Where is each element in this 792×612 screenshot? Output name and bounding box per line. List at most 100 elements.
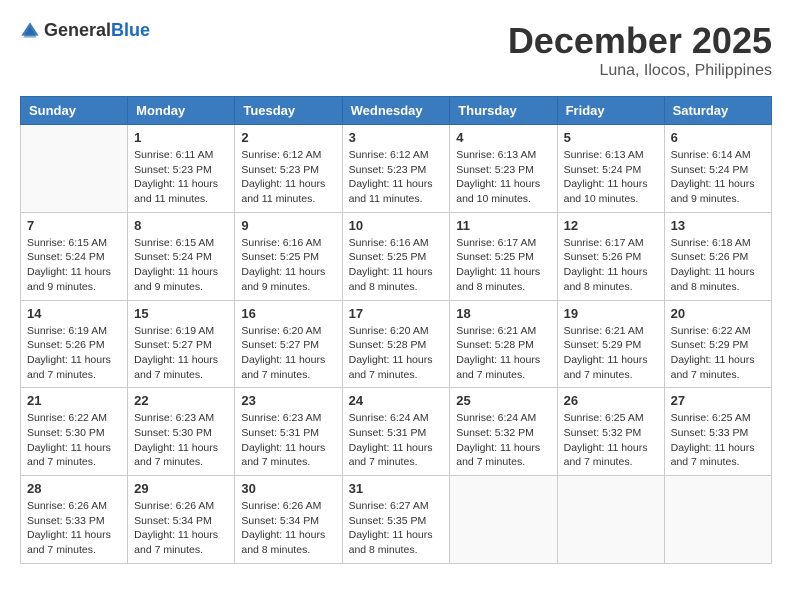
day-number: 2: [241, 130, 335, 145]
table-row: 1 Sunrise: 6:11 AM Sunset: 5:23 PM Daylight…: [128, 125, 235, 213]
day-number: 26: [564, 393, 658, 408]
table-row: 24Sunrise: 6:24 AMSunset: 5:31 PMDayligh…: [342, 388, 450, 476]
cell-content: Sunrise: 6:26 AMSunset: 5:34 PMDaylight:…: [134, 499, 228, 558]
cell-content: Sunrise: 6:24 AMSunset: 5:31 PMDaylight:…: [349, 411, 444, 470]
col-wednesday: Wednesday: [342, 97, 450, 125]
day-number: 12: [564, 218, 658, 233]
sunrise-label: Sunrise: 6:17 AM: [456, 237, 536, 249]
logo-text: GeneralBlue: [44, 20, 150, 41]
logo-icon: [20, 21, 40, 41]
cell-content: Sunrise: 6:19 AMSunset: 5:27 PMDaylight:…: [134, 324, 228, 383]
sunset-label: Sunset: 5:31 PM: [241, 427, 319, 439]
daylight-label: Daylight: 11 hours and 11 minutes.: [241, 178, 325, 205]
cell-content: Sunrise: 6:20 AMSunset: 5:27 PMDaylight:…: [241, 324, 335, 383]
table-row: [664, 476, 771, 564]
sunset-label: Sunset: 5:35 PM: [349, 515, 427, 527]
day-number: 4: [456, 130, 550, 145]
table-row: 26Sunrise: 6:25 AMSunset: 5:32 PMDayligh…: [557, 388, 664, 476]
cell-content: Sunrise: 6:25 AMSunset: 5:33 PMDaylight:…: [671, 411, 765, 470]
table-row: 8Sunrise: 6:15 AMSunset: 5:24 PMDaylight…: [128, 212, 235, 300]
calendar-table: Sunday Monday Tuesday Wednesday Thursday…: [20, 96, 772, 564]
sunset-label: Sunset: 5:25 PM: [456, 251, 534, 263]
sunset-label: Sunset: 5:23 PM: [456, 164, 534, 176]
daylight-label: Daylight: 11 hours and 7 minutes.: [27, 529, 111, 556]
table-row: 14Sunrise: 6:19 AMSunset: 5:26 PMDayligh…: [21, 300, 128, 388]
daylight-label: Daylight: 11 hours and 8 minutes.: [241, 529, 325, 556]
table-row: 10Sunrise: 6:16 AMSunset: 5:25 PMDayligh…: [342, 212, 450, 300]
daylight-label: Daylight: 11 hours and 7 minutes.: [349, 442, 433, 469]
sunrise-label: Sunrise: 6:13 AM: [564, 149, 644, 161]
cell-content: Sunrise: 6:13 AMSunset: 5:24 PMDaylight:…: [564, 148, 658, 207]
sunrise-label: Sunrise: 6:21 AM: [456, 325, 536, 337]
daylight-label: Daylight: 11 hours and 10 minutes.: [456, 178, 540, 205]
table-row: 9Sunrise: 6:16 AMSunset: 5:25 PMDaylight…: [235, 212, 342, 300]
cell-content: Sunrise: 6:12 AMSunset: 5:23 PMDaylight:…: [349, 148, 444, 207]
cell-content: Sunrise: 6:19 AMSunset: 5:26 PMDaylight:…: [27, 324, 121, 383]
sunrise-label: Sunrise: 6:12 AM: [349, 149, 429, 161]
col-friday: Friday: [557, 97, 664, 125]
sunset-label: Sunset: 5:33 PM: [27, 515, 105, 527]
cell-content: Sunrise: 6:23 AM Sunset: 5:30 PM Daylight:…: [134, 411, 228, 470]
sunrise-label: Sunrise: 6:19 AM: [27, 325, 107, 337]
cell-content: Sunrise: 6:15 AMSunset: 5:24 PMDaylight:…: [27, 236, 121, 295]
day-number: 27: [671, 393, 765, 408]
table-row: 15 Sunrise: 6:19 AMSunset: 5:27 PMDayligh…: [128, 300, 235, 388]
sunset-label: Sunset: 5:32 PM: [564, 427, 642, 439]
table-row: 31Sunrise: 6:27 AMSunset: 5:35 PMDayligh…: [342, 476, 450, 564]
sunset-label: Sunset: 5:31 PM: [349, 427, 427, 439]
day-number: 7: [27, 218, 121, 233]
sunset-label: Sunset: 5:26 PM: [671, 251, 749, 263]
calendar-week-row: 21Sunrise: 6:22 AMSunset: 5:30 PMDayligh…: [21, 388, 772, 476]
cell-content: Sunrise: 6:22 AMSunset: 5:30 PMDaylight:…: [27, 411, 121, 470]
sunset-label: Sunset: 5:30 PM: [134, 427, 212, 439]
sunset-label: Sunset: 5:24 PM: [671, 164, 749, 176]
sunrise-label: Sunrise: 6:25 AM: [564, 412, 644, 424]
table-row: 4Sunrise: 6:13 AMSunset: 5:23 PMDaylight…: [450, 125, 557, 213]
daylight-label: Daylight: 11 hours and 7 minutes.: [241, 354, 325, 381]
day-number: 6: [671, 130, 765, 145]
daylight-label: Daylight: 11 hours and 8 minutes.: [671, 266, 755, 293]
day-number: 1: [134, 130, 228, 145]
logo-general: General: [44, 20, 111, 40]
sunrise-label: Sunrise: 6:22 AM: [27, 412, 107, 424]
sunrise-label: Sunrise: 6:26 AM: [27, 500, 107, 512]
daylight-label: Daylight: 11 hours and 7 minutes.: [456, 442, 540, 469]
daylight-label: Daylight: 11 hours and 9 minutes.: [241, 266, 325, 293]
table-row: 25Sunrise: 6:24 AMSunset: 5:32 PMDayligh…: [450, 388, 557, 476]
sunset-label: Sunset: 5:27 PM: [134, 339, 212, 351]
table-row: 28Sunrise: 6:26 AMSunset: 5:33 PMDayligh…: [21, 476, 128, 564]
sunrise-label: Sunrise: 6:17 AM: [564, 237, 644, 249]
day-number: 16: [241, 306, 335, 321]
table-row: 12Sunrise: 6:17 AMSunset: 5:26 PMDayligh…: [557, 212, 664, 300]
daylight-label: Daylight: 11 hours and 9 minutes.: [671, 178, 755, 205]
daylight-label: Daylight: 11 hours and 11 minutes.: [349, 178, 433, 205]
daylight-label: Daylight: 11 hours and 7 minutes.: [134, 354, 218, 381]
sunset-label: Sunset: 5:23 PM: [134, 164, 212, 176]
table-row: 29Sunrise: 6:26 AMSunset: 5:34 PMDayligh…: [128, 476, 235, 564]
sunset-label: Sunset: 5:25 PM: [349, 251, 427, 263]
daylight-label: Daylight: 11 hours and 9 minutes.: [134, 266, 218, 293]
sunrise-label: Sunrise: 6:23 AM: [241, 412, 321, 424]
table-row: 21Sunrise: 6:22 AMSunset: 5:30 PMDayligh…: [21, 388, 128, 476]
daylight-label: Daylight: 11 hours and 7 minutes.: [134, 442, 218, 469]
table-row: 27 Sunrise: 6:25 AMSunset: 5:33 PMDayligh…: [664, 388, 771, 476]
sunrise-label: Sunrise: 6:11 AM: [134, 149, 213, 161]
sunset-label: Sunset: 5:34 PM: [134, 515, 212, 527]
table-row: 11Sunrise: 6:17 AMSunset: 5:25 PMDayligh…: [450, 212, 557, 300]
cell-content: Sunrise: 6:16 AMSunset: 5:25 PMDaylight:…: [349, 236, 444, 295]
sunset-label: Sunset: 5:26 PM: [27, 339, 105, 351]
sunrise-label: Sunrise: 6:23 AM: [134, 412, 214, 424]
daylight-label: Daylight: 11 hours and 7 minutes.: [27, 442, 111, 469]
cell-content: Sunrise: 6:22 AMSunset: 5:29 PMDaylight:…: [671, 324, 765, 383]
sunrise-label: Sunrise: 6:18 AM: [671, 237, 751, 249]
cell-content: Sunrise: 6:12 AMSunset: 5:23 PMDaylight:…: [241, 148, 335, 207]
sunset-label: Sunset: 5:29 PM: [671, 339, 749, 351]
cell-content: Sunrise: 6:18 AM Sunset: 5:26 PM Daylight:…: [671, 236, 765, 295]
sunrise-label: Sunrise: 6:14 AM: [671, 149, 751, 161]
day-number: 19: [564, 306, 658, 321]
daylight-label: Daylight: 11 hours and 7 minutes.: [349, 354, 433, 381]
daylight-label: Daylight: 11 hours and 11 minutes.: [134, 178, 218, 205]
day-number: 15: [134, 306, 228, 321]
cell-content: Sunrise: 6:16 AMSunset: 5:25 PMDaylight:…: [241, 236, 335, 295]
table-row: 16 Sunrise: 6:20 AMSunset: 5:27 PMDayligh…: [235, 300, 342, 388]
